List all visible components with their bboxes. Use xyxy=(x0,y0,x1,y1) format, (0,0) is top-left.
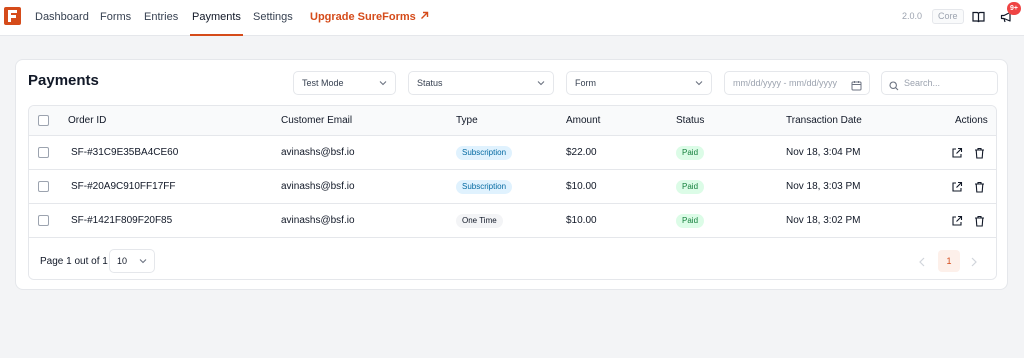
search-box[interactable] xyxy=(881,71,998,95)
amount: $22.00 xyxy=(566,147,597,158)
customer-email: avinashs@bsf.io xyxy=(281,147,355,158)
trash-icon[interactable] xyxy=(974,214,985,232)
header-transaction-date: Transaction Date xyxy=(786,115,862,126)
order-id[interactable]: SF-#20A9C910FF17FF xyxy=(71,170,176,204)
book-icon[interactable] xyxy=(972,10,985,28)
per-page-select[interactable]: 10 xyxy=(109,249,155,273)
header-status: Status xyxy=(676,115,705,126)
header-amount: Amount xyxy=(566,115,601,126)
form-select-value: Form xyxy=(575,78,596,88)
nav-item-dashboard[interactable]: Dashboard xyxy=(35,0,89,36)
open-external-icon[interactable] xyxy=(951,214,963,232)
transaction-date: Nov 18, 3:04 PM xyxy=(786,147,861,158)
customer-email: avinashs@bsf.io xyxy=(281,181,355,192)
nav-item-entries[interactable]: Entries xyxy=(144,0,178,36)
table-header: Order ID Customer Email Type Amount Stat… xyxy=(29,106,996,136)
logo-icon[interactable] xyxy=(4,7,21,25)
row-checkbox[interactable] xyxy=(38,215,49,226)
search-icon xyxy=(889,78,899,96)
page-info: Page 1 out of 1 xyxy=(40,256,108,267)
trash-icon[interactable] xyxy=(974,180,985,198)
type-badge: One Time xyxy=(456,214,503,228)
page-title: Payments xyxy=(28,72,99,89)
table-row: SF-#31C9E35BA4CE60 avinashs@bsf.io Subsc… xyxy=(29,136,996,170)
status-badge: Paid xyxy=(676,180,705,194)
amount: $10.00 xyxy=(566,215,597,226)
trash-icon[interactable] xyxy=(974,146,985,164)
chevron-left-icon[interactable] xyxy=(918,255,926,273)
calendar-icon xyxy=(851,77,862,99)
status-select-value: Status xyxy=(417,78,443,88)
mode-select[interactable]: Test Mode xyxy=(293,71,396,95)
open-external-icon[interactable] xyxy=(951,180,963,198)
chevron-down-icon xyxy=(379,72,387,102)
type-badge: Subscription xyxy=(456,180,513,194)
nav-item-forms[interactable]: Forms xyxy=(100,0,131,36)
chevron-down-icon xyxy=(695,72,703,102)
search-input[interactable] xyxy=(904,75,989,91)
payments-table: Order ID Customer Email Type Amount Stat… xyxy=(28,105,997,280)
chevron-right-icon[interactable] xyxy=(970,255,978,273)
date-range-placeholder: mm/dd/yyyy - mm/dd/yyyy xyxy=(733,78,838,88)
transaction-date: Nov 18, 3:03 PM xyxy=(786,181,861,192)
table-footer: Page 1 out of 1 10 1 xyxy=(29,243,996,279)
notification-badge: 9+ xyxy=(1007,2,1021,15)
mode-select-value: Test Mode xyxy=(302,78,344,88)
upgrade-label: Upgrade SureForms xyxy=(310,11,416,23)
page-button-current[interactable]: 1 xyxy=(938,250,960,272)
table-row: SF-#20A9C910FF17FF avinashs@bsf.io Subsc… xyxy=(29,170,996,204)
header-type: Type xyxy=(456,115,478,126)
per-page-value: 10 xyxy=(117,256,128,266)
date-range-input[interactable]: mm/dd/yyyy - mm/dd/yyyy xyxy=(724,71,870,95)
status-select[interactable]: Status xyxy=(408,71,554,95)
select-all-checkbox[interactable] xyxy=(38,115,49,126)
order-id[interactable]: SF-#1421F809F20F85 xyxy=(71,204,172,238)
form-select[interactable]: Form xyxy=(566,71,712,95)
open-external-icon[interactable] xyxy=(951,146,963,164)
payments-card: Payments Test Mode Status Form mm/dd/yyy… xyxy=(15,59,1008,290)
top-navigation: Dashboard Forms Entries Payments Setting… xyxy=(0,0,1024,36)
row-checkbox[interactable] xyxy=(38,181,49,192)
nav-item-payments[interactable]: Payments xyxy=(190,0,243,36)
transaction-date: Nov 18, 3:02 PM xyxy=(786,215,861,226)
row-checkbox[interactable] xyxy=(38,147,49,158)
status-badge: Paid xyxy=(676,214,705,228)
upgrade-link[interactable]: Upgrade SureForms xyxy=(310,0,429,36)
amount: $10.00 xyxy=(566,181,597,192)
nav-item-settings[interactable]: Settings xyxy=(253,0,293,36)
chevron-down-icon xyxy=(537,72,545,102)
version-text: 2.0.0 xyxy=(902,11,923,21)
table-row: SF-#1421F809F20F85 avinashs@bsf.io One T… xyxy=(29,204,996,238)
chevron-down-icon xyxy=(139,250,147,279)
header-order-id: Order ID xyxy=(68,115,107,126)
status-badge: Paid xyxy=(676,146,705,160)
order-id[interactable]: SF-#31C9E35BA4CE60 xyxy=(71,136,178,170)
external-link-arrow-icon xyxy=(420,0,429,34)
header-customer-email: Customer Email xyxy=(281,115,353,126)
type-badge: Subscription xyxy=(456,146,513,160)
customer-email: avinashs@bsf.io xyxy=(281,215,355,226)
plan-badge: Core xyxy=(932,9,964,24)
header-actions: Actions xyxy=(955,115,988,126)
